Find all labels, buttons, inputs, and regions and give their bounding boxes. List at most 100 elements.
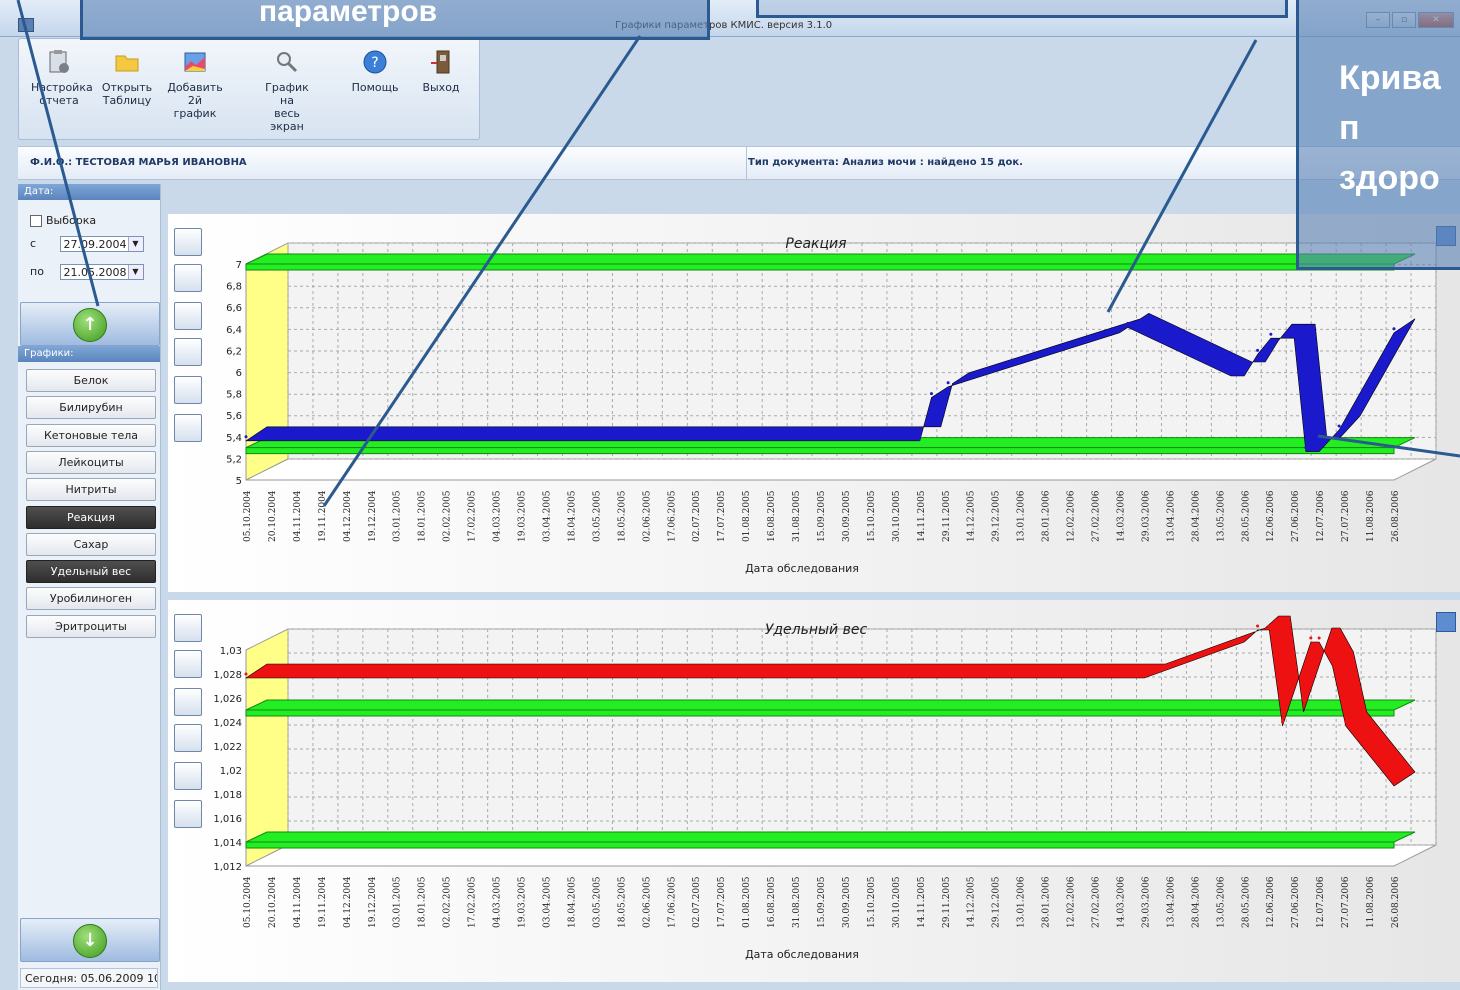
graph-button[interactable]: Уробилиноген	[26, 587, 156, 611]
date-to-row: по 21.05.2008 ▼	[30, 264, 144, 280]
area-chart-type-button[interactable]	[174, 688, 202, 716]
bar-chart-type-button[interactable]	[174, 264, 202, 292]
date-from-picker[interactable]: 27.09.2004 ▼	[59, 236, 144, 252]
x-tick-label: 18.01.2005	[418, 876, 428, 928]
checkbox-box[interactable]	[30, 214, 42, 227]
x-tick-label: 27.07.2006	[1341, 876, 1351, 928]
graph-button[interactable]: Билирубин	[26, 396, 156, 420]
bar-chart-type-button[interactable]	[174, 650, 202, 678]
line-chart-type-button[interactable]	[174, 228, 202, 256]
x-tick-label: 27.02.2006	[1092, 876, 1102, 928]
graph-button[interactable]: Лейкоциты	[26, 450, 156, 474]
x-tick-label: 01.08.2005	[742, 876, 752, 928]
x-tick-label: 04.12.2004	[343, 490, 353, 542]
patient-name: Ф.И.О.: ТЕСТОВАЯ МАРЬЯ ИВАНОВНА	[30, 157, 247, 168]
fullscreen-chart-button[interactable]: График на весь экран	[259, 49, 315, 133]
chart-floor	[245, 458, 1437, 481]
open-table-button[interactable]: Открыть Таблицу	[99, 49, 155, 107]
data-point	[1256, 348, 1260, 352]
report-settings-button[interactable]: Настройка отчета	[31, 49, 93, 107]
data-point	[1344, 720, 1348, 724]
point-chart-type-button[interactable]	[174, 338, 202, 366]
x-tick-label: 03.04.2005	[542, 876, 552, 928]
chevron-down-icon[interactable]: ▼	[127, 265, 143, 279]
x-tick-label: 13.01.2006	[1017, 876, 1027, 928]
point-chart-type-button[interactable]	[174, 724, 202, 752]
x-tick-label: 13.05.2006	[1216, 876, 1226, 928]
x-tick-label: 11.08.2006	[1366, 490, 1376, 542]
x-tick-label: 05.10.2004	[243, 876, 253, 928]
graph-button[interactable]: Эритроциты	[26, 614, 156, 638]
data-point	[1256, 624, 1260, 628]
help-icon: ?	[363, 50, 387, 74]
data-point	[1242, 370, 1246, 374]
x-tick-label: 02.06.2005	[642, 876, 652, 928]
graph-button[interactable]: Сахар	[26, 532, 156, 556]
x-tick-label: 14.11.2005	[917, 876, 927, 928]
scroll-up-button[interactable]: ↑	[20, 302, 160, 346]
y-tick-label: 6,2	[226, 346, 242, 357]
data-point	[1304, 446, 1308, 450]
norm-band-lower-front	[245, 447, 1395, 455]
arrow-down-icon: ↓	[73, 924, 107, 958]
chart-panel-reaction: 5 5,2 5,4 5,6 5,8 6 6,2 6,4 6,6 6,8 7 05.10.2004 20.…	[168, 214, 1460, 592]
x-axis-label: Дата обследования	[745, 562, 859, 575]
line-chart-type-button[interactable]	[174, 614, 202, 642]
y-tick-label: 7	[236, 260, 242, 271]
add-second-chart-button[interactable]: Добавить 2й график	[167, 49, 223, 120]
pie-chart-type-button[interactable]	[174, 376, 202, 404]
x-tick-label: 12.02.2006	[1067, 876, 1077, 928]
data-point	[918, 435, 922, 439]
area-chart-type-button[interactable]	[174, 302, 202, 330]
x-tick-label: 11.08.2006	[1366, 876, 1376, 928]
norm-band-upper	[245, 253, 1416, 265]
x-tick-label: 04.12.2004	[343, 876, 353, 928]
x-tick-label: 17.02.2005	[468, 490, 478, 542]
main-toolbar: Настройка отчета Открыть Таблицу Добавит…	[18, 38, 480, 140]
graph-button[interactable]: Кетоновые тела	[26, 423, 156, 447]
table-view-button[interactable]	[174, 414, 202, 442]
x-tick-label: 17.06.2005	[667, 876, 677, 928]
table-view-button[interactable]	[174, 800, 202, 828]
x-tick-label: 05.10.2004	[243, 490, 253, 542]
scroll-down-button[interactable]: ↓	[20, 918, 160, 962]
x-tick-label: 28.05.2006	[1241, 490, 1251, 542]
x-tick-label: 20.10.2004	[268, 490, 278, 542]
x-tick-label: 14.11.2005	[917, 490, 927, 542]
x-tick-label: 31.08.2005	[792, 876, 802, 928]
x-tick-label: 03.05.2005	[592, 490, 602, 542]
date-to-picker[interactable]: 21.05.2008 ▼	[59, 264, 144, 280]
sample-checkbox[interactable]: Выборка	[30, 214, 96, 227]
date-from-label: с	[30, 237, 37, 250]
date-to-label: по	[30, 265, 44, 278]
callout-parameters: параметров	[80, 0, 710, 40]
reaction-chart: 5 5,2 5,4 5,6 5,8 6 6,2 6,4 6,6 6,8 7 05.10.2004 20.…	[226, 236, 1437, 575]
data-point	[1126, 321, 1130, 325]
norm-band-upper	[245, 699, 1416, 711]
arrow-up-icon: ↑	[73, 308, 107, 342]
graph-button[interactable]: Нитриты	[26, 478, 156, 502]
x-tick-label: 29.03.2006	[1141, 490, 1151, 542]
app-icon	[18, 18, 34, 32]
help-button[interactable]: ? Помощь	[347, 49, 403, 94]
pie-chart-type-button[interactable]	[174, 762, 202, 790]
graph-button[interactable]: Белок	[26, 369, 156, 392]
maximize-chart-button[interactable]	[1436, 612, 1456, 632]
x-tick-label: 29.11.2005	[942, 490, 952, 542]
add-chart-icon	[184, 52, 206, 72]
graph-button[interactable]: Реакция	[26, 505, 156, 529]
x-tick-label: 04.11.2004	[293, 490, 303, 542]
y-tick-label: 1,014	[213, 838, 242, 849]
chevron-down-icon[interactable]: ▼	[127, 237, 143, 251]
x-tick-label: 12.07.2006	[1316, 876, 1326, 928]
x-tick-label: 28.01.2006	[1042, 490, 1052, 542]
callout-box	[756, 0, 1288, 18]
graph-button[interactable]: Удельный вес	[26, 560, 156, 584]
exit-button[interactable]: Выход	[413, 49, 469, 94]
data-point	[1269, 332, 1273, 336]
y-tick-label: 1,02	[220, 766, 242, 777]
x-tick-label: 18.04.2005	[567, 490, 577, 542]
x-tick-label: 18.04.2005	[567, 876, 577, 928]
y-tick-label: 1,016	[213, 814, 242, 825]
data-point	[244, 672, 248, 676]
